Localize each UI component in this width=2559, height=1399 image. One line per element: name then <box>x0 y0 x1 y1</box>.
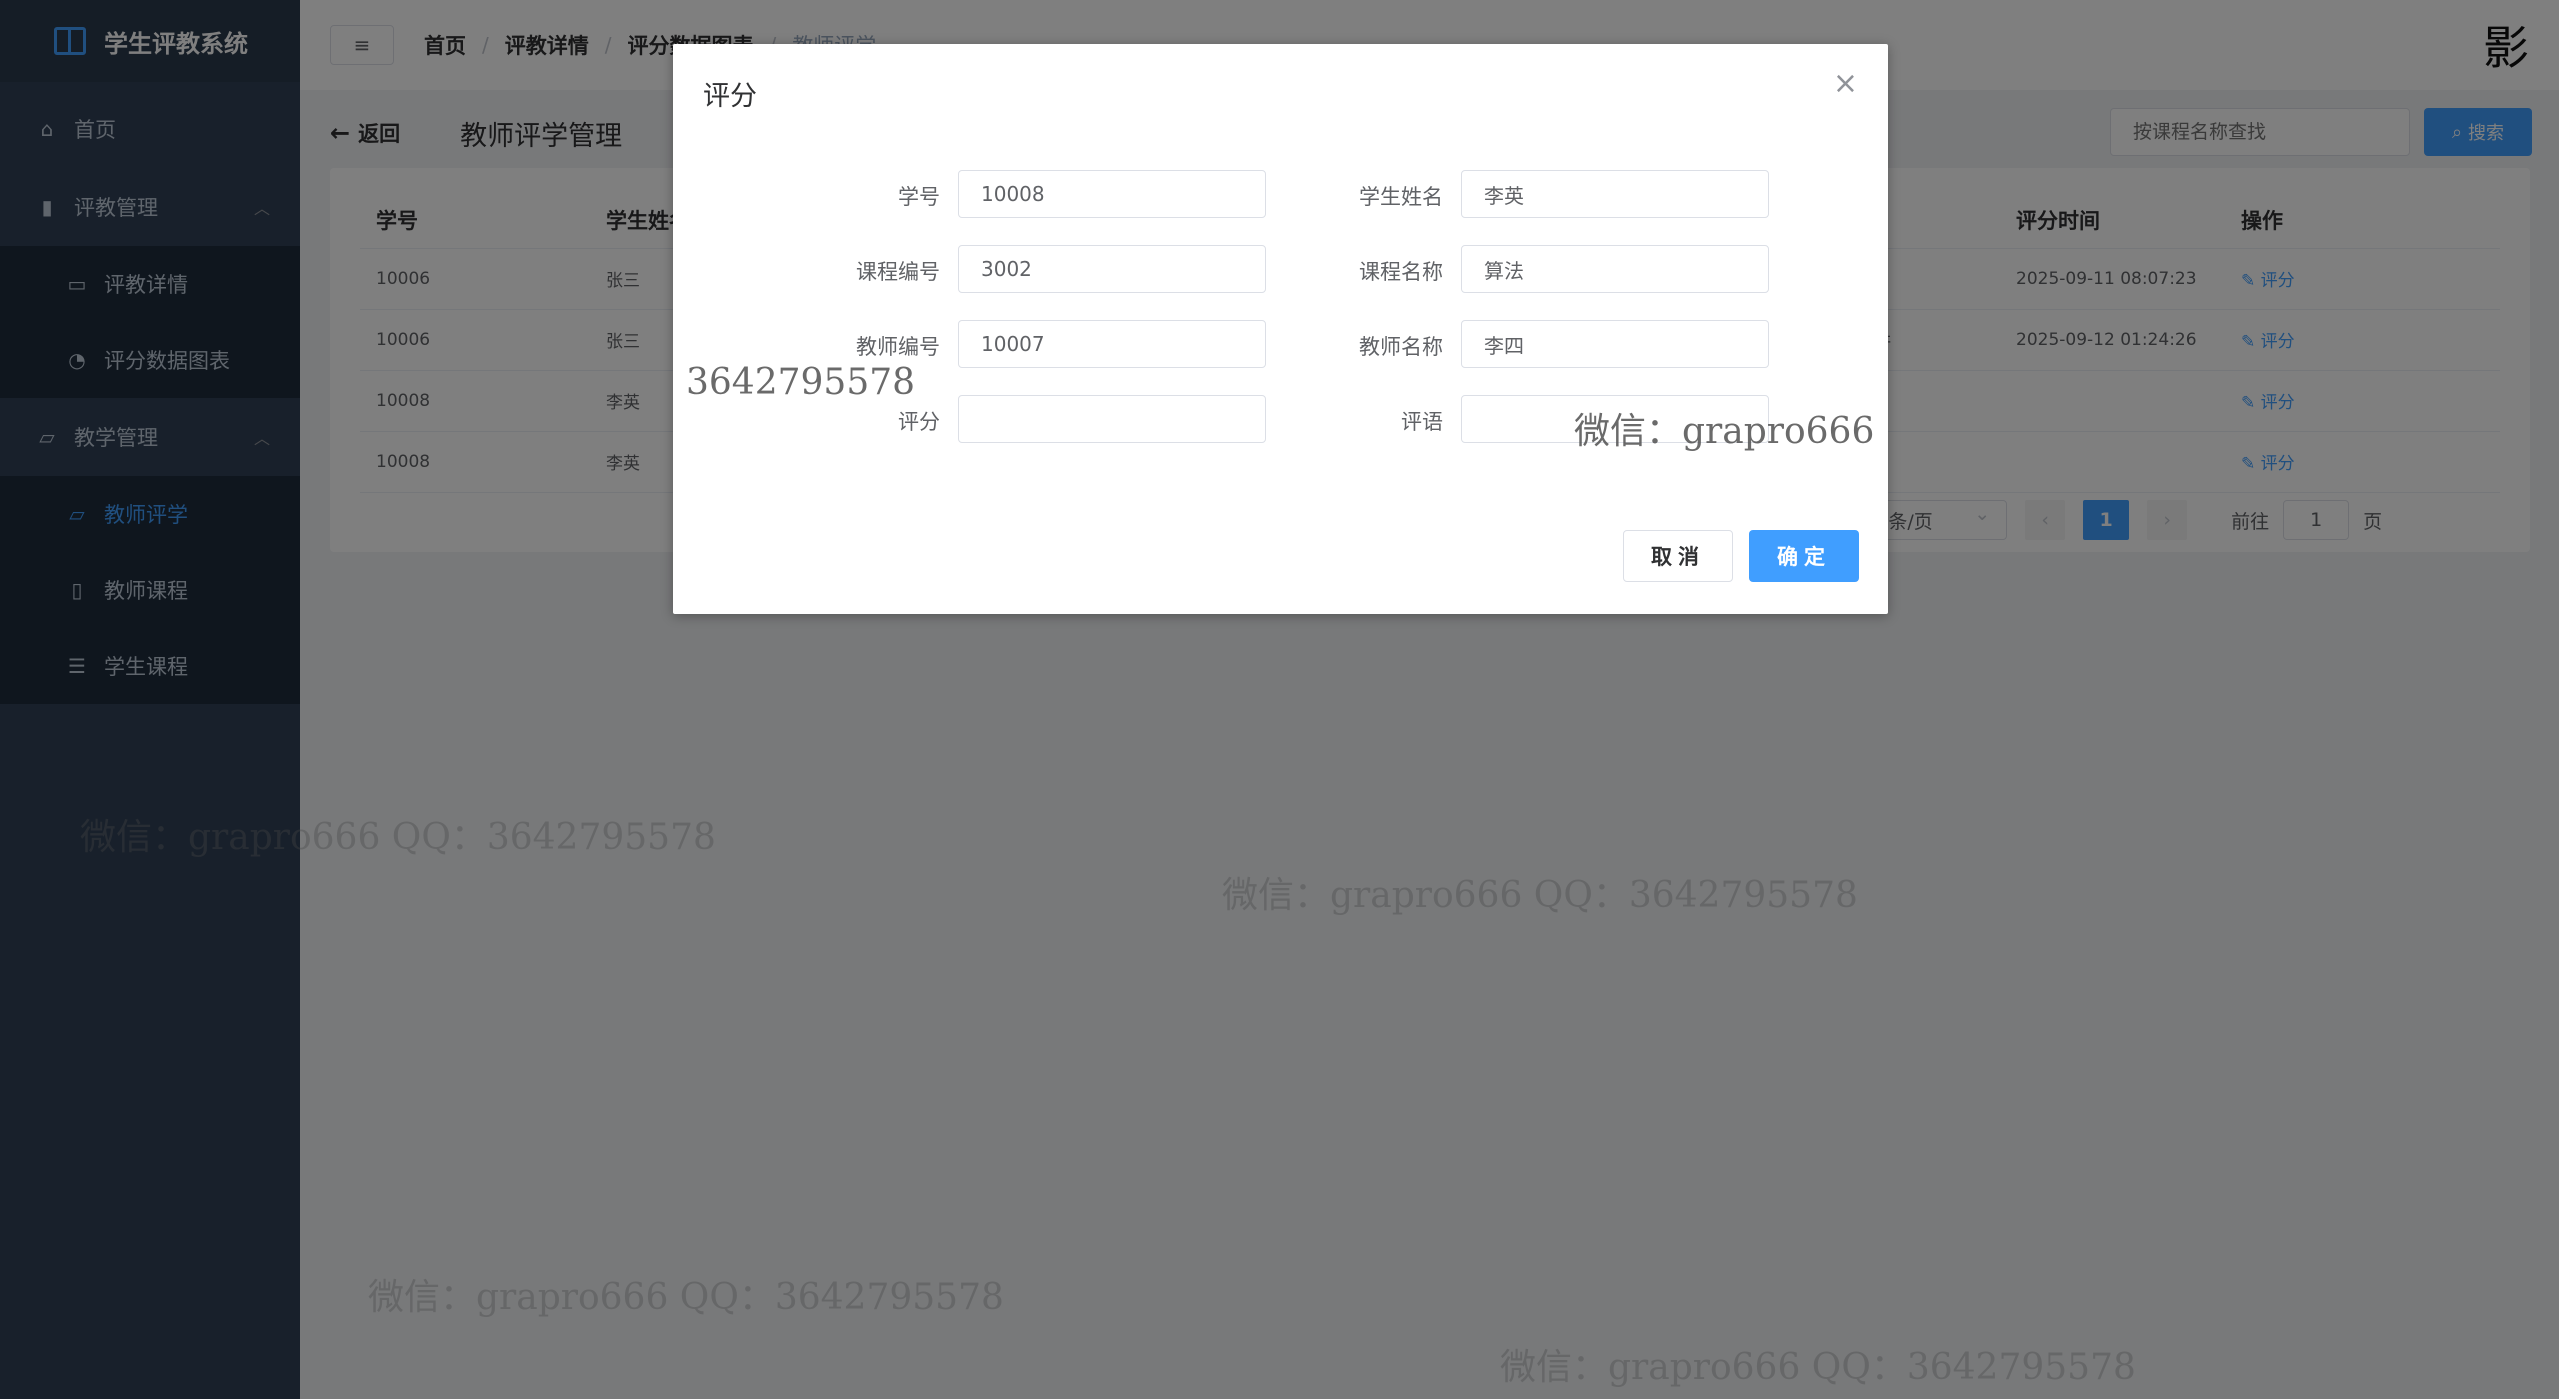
form-row: 学号 10008 学生姓名 李英 <box>673 170 1888 218</box>
teacher-id-field[interactable]: 10007 <box>958 320 1266 368</box>
course-id-field[interactable]: 3002 <box>958 245 1266 293</box>
course-id-label: 课程编号 <box>856 260 940 284</box>
score-label: 评分 <box>898 410 940 434</box>
student-name-field[interactable]: 李英 <box>1461 170 1769 218</box>
student-id-label: 学号 <box>898 185 940 209</box>
cancel-button[interactable]: 取消 <box>1623 530 1733 582</box>
student-name-label: 学生姓名 <box>1359 185 1443 209</box>
teacher-id-label: 教师编号 <box>856 335 940 359</box>
confirm-button[interactable]: 确定 <box>1749 530 1859 582</box>
student-id-field[interactable]: 10008 <box>958 170 1266 218</box>
form-row: 教师编号 10007 教师名称 李四 <box>673 320 1888 368</box>
score-dialog: 评分 × 学号 10008 学生姓名 李英 课程编号 3002 课程名称 算法 … <box>673 44 1888 614</box>
course-name-field[interactable]: 算法 <box>1461 245 1769 293</box>
teacher-name-field[interactable]: 李四 <box>1461 320 1769 368</box>
close-icon[interactable]: × <box>1833 66 1858 101</box>
score-input[interactable] <box>958 395 1266 443</box>
watermark: 3642795578 <box>686 362 916 403</box>
teacher-name-label: 教师名称 <box>1359 335 1443 359</box>
form-row: 课程编号 3002 课程名称 算法 <box>673 245 1888 293</box>
course-name-label: 课程名称 <box>1359 260 1443 284</box>
comment-label: 评语 <box>1401 410 1443 434</box>
dialog-title: 评分 <box>703 81 757 112</box>
watermark: 微信：grapro666 <box>1574 411 1875 452</box>
